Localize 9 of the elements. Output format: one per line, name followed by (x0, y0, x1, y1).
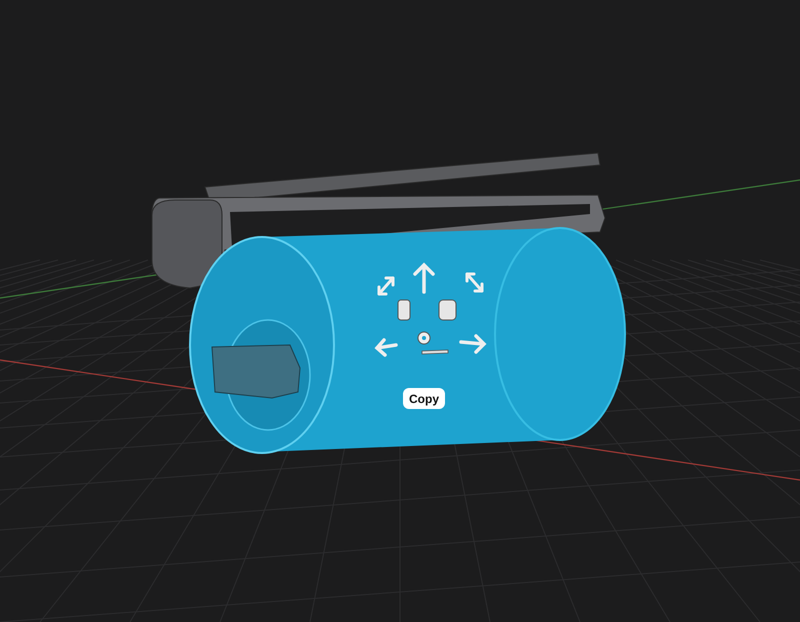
left-arrow-icon[interactable] (374, 338, 398, 357)
right-arrow-icon[interactable] (459, 334, 486, 354)
square-handle-icon[interactable] (398, 300, 410, 320)
square-handle-icon[interactable] (438, 300, 456, 320)
copy-button[interactable]: Copy (403, 388, 445, 409)
rotate-handle-icon[interactable] (422, 350, 448, 354)
diagonal-resize-icon[interactable] (466, 272, 484, 292)
diagonal-resize-icon[interactable] (378, 276, 394, 296)
up-arrow-icon[interactable] (413, 262, 435, 294)
